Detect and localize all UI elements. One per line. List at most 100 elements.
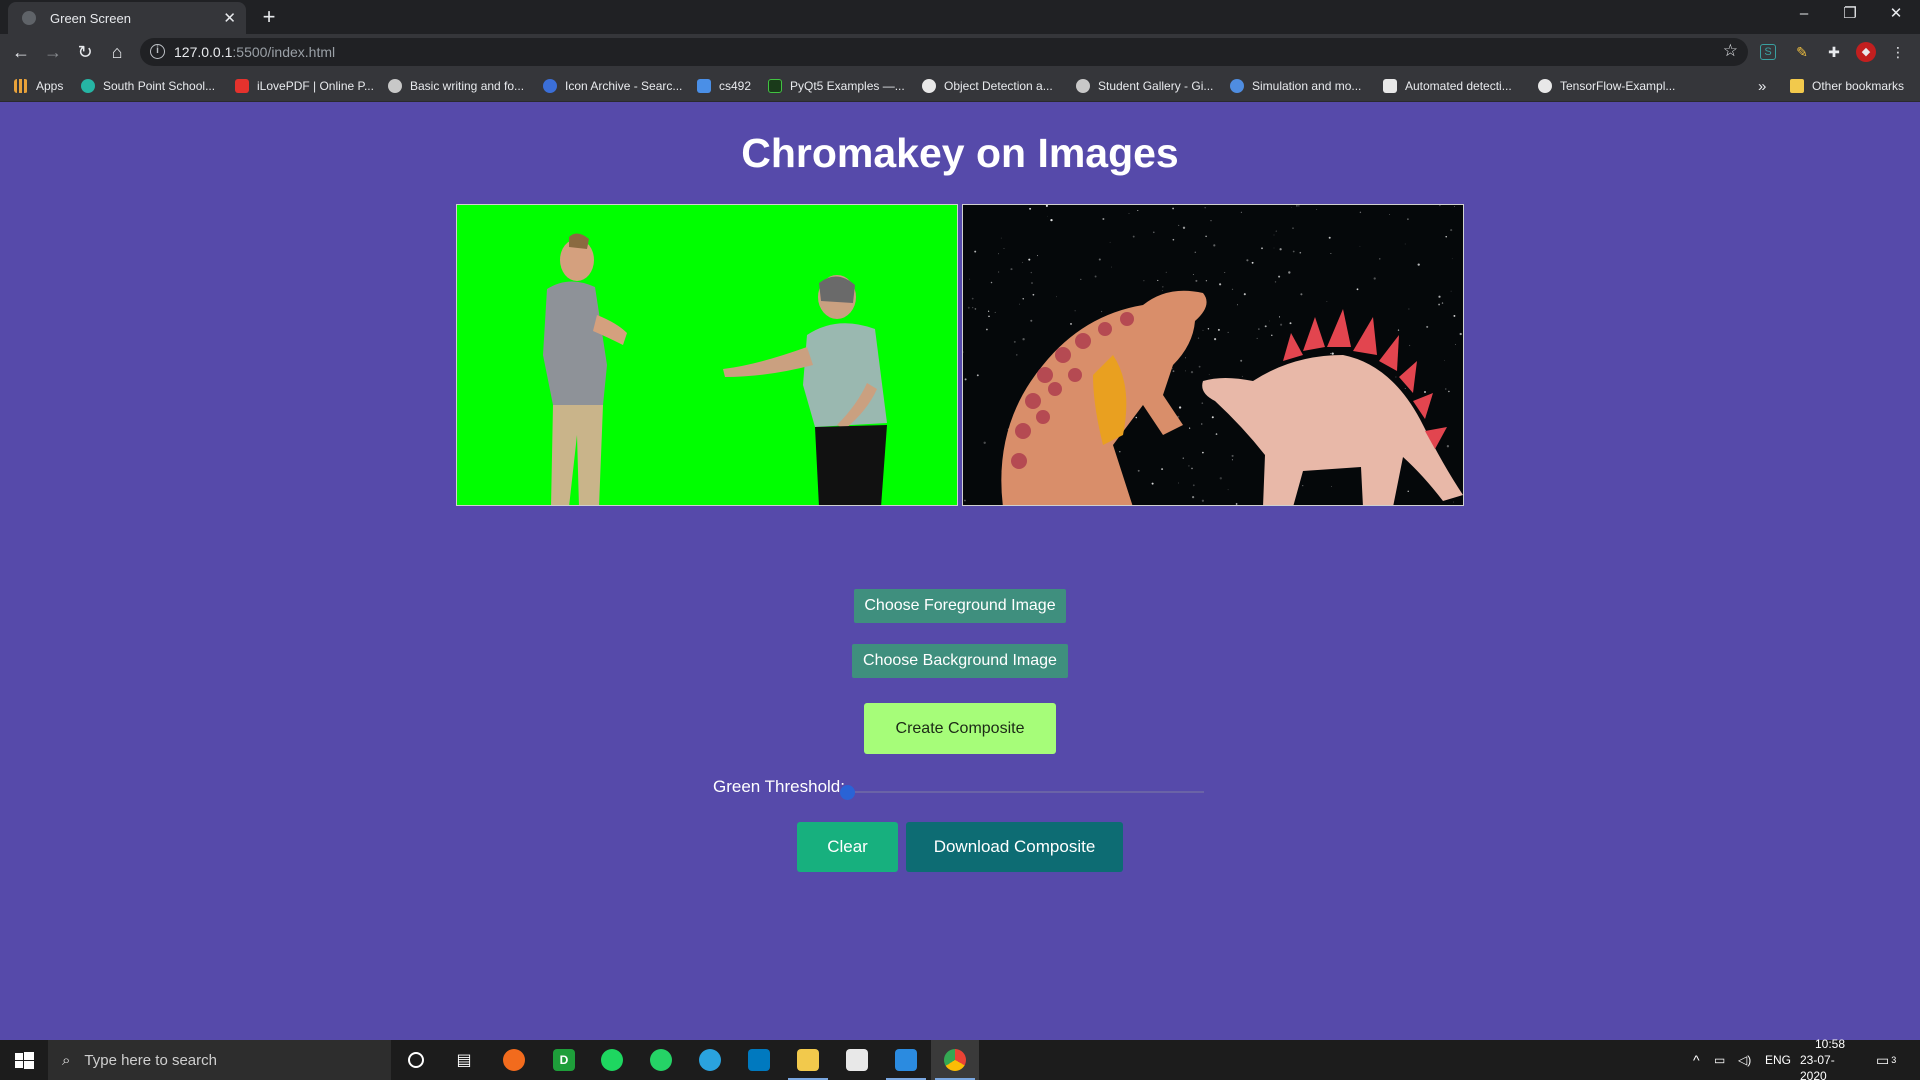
home-button[interactable]: ⌂ xyxy=(105,40,129,64)
taskbar-store[interactable] xyxy=(833,1040,881,1080)
star-dot xyxy=(1157,279,1159,281)
bookmark-star-icon[interactable]: ☆ xyxy=(1723,41,1738,61)
other-bookmarks[interactable]: Other bookmarks xyxy=(1790,70,1904,102)
taskbar-vscode[interactable] xyxy=(882,1040,930,1080)
extension-s-icon[interactable]: S xyxy=(1760,44,1776,60)
right-person-figure xyxy=(723,275,887,505)
site-info-icon[interactable]: i xyxy=(150,44,165,59)
extensions-puzzle-icon[interactable]: ✚ xyxy=(1824,42,1844,62)
star-dot xyxy=(1194,251,1197,254)
star-dot xyxy=(1031,282,1033,284)
star-dot xyxy=(998,271,1000,273)
address-bar[interactable]: i 127.0.0.1:5500/index.html ☆ xyxy=(140,38,1748,66)
bookmark-item[interactable]: TensorFlow-Exampl... xyxy=(1538,70,1675,102)
taskbar-search-box[interactable]: ⌕ Type here to search xyxy=(48,1040,391,1080)
trello-icon xyxy=(748,1049,770,1071)
star-dot xyxy=(1204,207,1206,209)
star-dot xyxy=(1137,209,1139,212)
choose-background-button[interactable]: Choose Background Image xyxy=(852,644,1068,678)
clock-time: 10:58 xyxy=(1814,1037,1846,1051)
tray-overflow-icon[interactable]: ^ xyxy=(1693,1040,1700,1080)
new-tab-button[interactable]: + xyxy=(254,4,284,30)
star-dot xyxy=(1080,278,1082,281)
forward-button[interactable]: → xyxy=(41,40,65,64)
cortana-button[interactable] xyxy=(392,1040,440,1080)
language-indicator[interactable]: ENG xyxy=(1765,1040,1791,1080)
taskbar-whatsapp[interactable] xyxy=(637,1040,685,1080)
taskbar-telegram[interactable] xyxy=(686,1040,734,1080)
tab-title: Green Screen xyxy=(50,10,131,26)
bookmarks-overflow-button[interactable]: » xyxy=(1758,70,1766,102)
restore-button[interactable]: ❐ xyxy=(1827,0,1873,30)
windows-logo-icon xyxy=(15,1052,34,1069)
telegram-icon xyxy=(699,1049,721,1071)
star-dot xyxy=(1227,331,1229,333)
star-dot xyxy=(1217,328,1220,331)
star-dot xyxy=(1205,280,1208,282)
star-dot xyxy=(1275,230,1277,232)
bookmark-item[interactable]: Simulation and mo... xyxy=(1230,70,1361,102)
menu-kebab-icon[interactable]: ⋮ xyxy=(1888,42,1908,62)
star-dot xyxy=(1178,224,1180,226)
bookmark-item[interactable]: South Point School... xyxy=(81,70,215,102)
close-window-button[interactable]: ✕ xyxy=(1873,0,1919,30)
choose-foreground-button[interactable]: Choose Foreground Image xyxy=(854,589,1066,623)
star-dot xyxy=(1258,328,1260,330)
bookmark-item[interactable]: iLovePDF | Online P... xyxy=(235,70,374,102)
board-icon xyxy=(697,79,711,93)
page-title: Chromakey on Images xyxy=(741,130,1179,176)
bookmark-item[interactable]: cs492 xyxy=(697,70,751,102)
star-dot xyxy=(1213,244,1216,247)
github-icon xyxy=(1538,79,1552,93)
star-dot xyxy=(1438,303,1441,306)
star-dot xyxy=(1426,325,1429,328)
browser-toolbar: ← → ↻ ⌂ i 127.0.0.1:5500/index.html ☆ S … xyxy=(0,34,1920,70)
create-composite-button[interactable]: Create Composite xyxy=(864,703,1056,754)
star-dot xyxy=(1373,277,1376,280)
bookmark-item[interactable]: Student Gallery - Gi... xyxy=(1076,70,1213,102)
tab-green-screen[interactable]: Green Screen ✕ xyxy=(8,2,246,34)
green-threshold-slider-thumb[interactable] xyxy=(840,785,855,800)
taskbar-firefox[interactable] xyxy=(490,1040,538,1080)
reload-button[interactable]: ↻ xyxy=(73,40,97,64)
bookmark-item[interactable]: Object Detection a... xyxy=(922,70,1053,102)
taskbar-chrome[interactable] xyxy=(931,1040,979,1080)
bookmark-item[interactable]: Icon Archive - Searc... xyxy=(543,70,682,102)
star-dot xyxy=(1231,459,1233,461)
notifications-button[interactable]: ▭ 3 xyxy=(1876,1040,1896,1080)
bookmark-item[interactable]: PyQt5 Examples —... xyxy=(768,70,905,102)
task-view-button[interactable]: ▤ xyxy=(440,1040,488,1080)
bookmark-item[interactable]: Automated detecti... xyxy=(1383,70,1512,102)
star-dot xyxy=(1191,467,1193,470)
extension-pen-icon[interactable]: ✎ xyxy=(1792,42,1812,62)
taskbar-app-green[interactable]: D xyxy=(540,1040,588,1080)
task-view-icon: ▤ xyxy=(456,1052,472,1069)
star-dot xyxy=(971,297,974,300)
star-dot xyxy=(1219,283,1222,286)
bookmark-apps[interactable]: Apps xyxy=(14,70,63,102)
taskbar-spotify[interactable] xyxy=(588,1040,636,1080)
taskbar-file-explorer[interactable] xyxy=(784,1040,832,1080)
download-composite-button[interactable]: Download Composite xyxy=(906,822,1123,872)
star-dot xyxy=(1454,206,1455,207)
volume-icon[interactable]: ◁) xyxy=(1738,1040,1751,1080)
star-dot xyxy=(1201,499,1205,502)
clear-button[interactable]: Clear xyxy=(797,822,898,872)
profile-avatar[interactable]: ◆ xyxy=(1856,42,1876,62)
star-dot xyxy=(1278,316,1281,318)
close-tab-icon[interactable]: ✕ xyxy=(223,9,236,27)
bookmark-item[interactable]: Basic writing and fo... xyxy=(388,70,524,102)
star-dot xyxy=(1404,388,1406,389)
taskbar-trello[interactable] xyxy=(735,1040,783,1080)
network-icon[interactable]: ▭ xyxy=(1714,1040,1725,1080)
star-dot xyxy=(1182,457,1185,459)
star-dot xyxy=(1231,288,1234,290)
notification-icon: ▭ xyxy=(1876,1051,1890,1068)
back-button[interactable]: ← xyxy=(9,40,33,64)
green-threshold-slider-track[interactable] xyxy=(846,791,1204,793)
star-dot xyxy=(1241,375,1243,377)
star-dot xyxy=(1264,325,1267,328)
clock[interactable]: 10:58 23-07-2020 xyxy=(1800,1037,1860,1080)
minimize-button[interactable]: – xyxy=(1781,0,1827,30)
start-button[interactable] xyxy=(0,1040,48,1080)
